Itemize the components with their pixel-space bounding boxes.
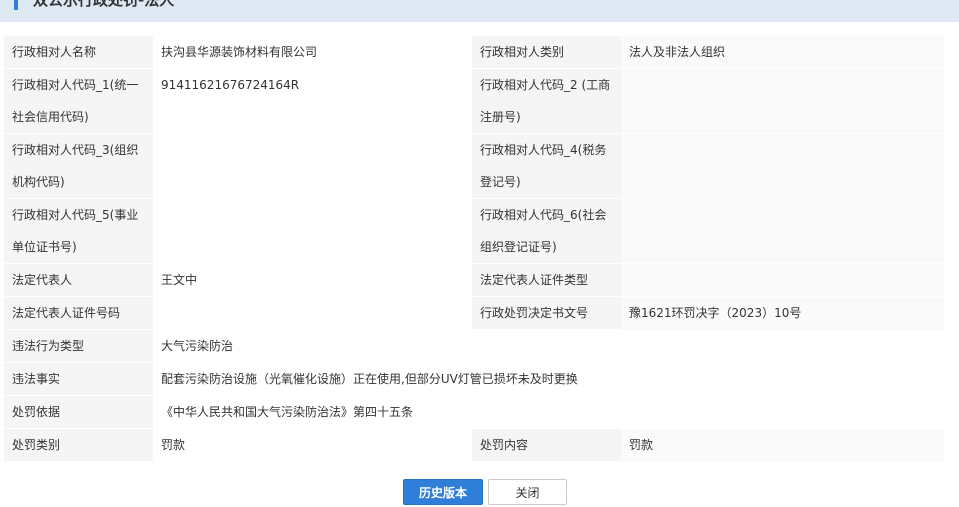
field-value [621, 263, 944, 297]
section-header: 双公示行政处罚-法人 [0, 0, 959, 22]
field-label: 处罚依据 [4, 395, 153, 429]
field-label: 法定代表人证件类型 [472, 263, 621, 297]
field-value: 配套污染防治设施（光氧催化设施）正在使用,但部分UV灯管已损坏未及时更换 [153, 362, 944, 396]
field-value [153, 296, 472, 330]
field-value [621, 133, 944, 199]
field-label: 处罚内容 [472, 428, 621, 462]
field-value [621, 198, 944, 264]
field-value: 豫1621环罚决字（2023）10号 [621, 296, 944, 330]
page-title: 双公示行政处罚-法人 [33, 0, 175, 9]
field-value: 大气污染防治 [153, 329, 944, 363]
field-value: 《中华人民共和国大气污染防治法》第四十五条 [153, 395, 944, 429]
detail-table: 行政相对人名称 扶沟县华源装饰材料有限公司 行政相对人类别 法人及非法人组织 行… [4, 36, 944, 462]
table-row: 行政相对人名称 扶沟县华源装饰材料有限公司 行政相对人类别 法人及非法人组织 [4, 36, 944, 69]
field-label: 行政相对人代码_2 (工商注册号) [472, 68, 621, 134]
field-label: 法定代表人证件号码 [4, 296, 153, 330]
history-version-button[interactable]: 历史版本 [403, 479, 483, 505]
field-label: 行政相对人代码_1(统一社会信用代码) [4, 68, 153, 134]
field-label: 行政相对人类别 [472, 36, 621, 69]
field-label: 违法行为类型 [4, 329, 153, 363]
table-row: 处罚类别 罚款 处罚内容 罚款 [4, 428, 944, 462]
field-label: 行政相对人代码_4(税务登记号) [472, 133, 621, 199]
table-row: 行政相对人代码_3(组织机构代码) 行政相对人代码_4(税务登记号) [4, 133, 944, 199]
table-row: 行政相对人代码_5(事业单位证书号) 行政相对人代码_6(社会组织登记证号) [4, 198, 944, 264]
table-row: 法定代表人证件号码 行政处罚决定书文号 豫1621环罚决字（2023）10号 [4, 296, 944, 330]
field-value: 扶沟县华源装饰材料有限公司 [153, 36, 472, 69]
field-label: 处罚类别 [4, 428, 153, 462]
field-value: 罚款 [153, 428, 472, 462]
field-label: 行政相对人名称 [4, 36, 153, 69]
header-accent-bar [14, 0, 18, 10]
field-value: 罚款 [621, 428, 944, 462]
field-label: 行政处罚决定书文号 [472, 296, 621, 330]
table-row: 处罚依据 《中华人民共和国大气污染防治法》第四十五条 [4, 395, 944, 429]
field-value: 91411621676724164R [153, 68, 472, 134]
table-row: 行政相对人代码_1(统一社会信用代码) 91411621676724164R 行… [4, 68, 944, 134]
table-row: 违法事实 配套污染防治设施（光氧催化设施）正在使用,但部分UV灯管已损坏未及时更… [4, 362, 944, 396]
field-value: 法人及非法人组织 [621, 36, 944, 69]
field-label: 行政相对人代码_3(组织机构代码) [4, 133, 153, 199]
field-value: 王文中 [153, 263, 472, 297]
field-label: 违法事实 [4, 362, 153, 396]
field-value [621, 68, 944, 134]
table-row: 违法行为类型 大气污染防治 [4, 329, 944, 363]
field-label: 行政相对人代码_6(社会组织登记证号) [472, 198, 621, 264]
close-button[interactable]: 关闭 [488, 479, 567, 505]
field-label: 行政相对人代码_5(事业单位证书号) [4, 198, 153, 264]
field-label: 法定代表人 [4, 263, 153, 297]
field-value [153, 133, 472, 199]
table-row: 法定代表人 王文中 法定代表人证件类型 [4, 263, 944, 297]
field-value [153, 198, 472, 264]
